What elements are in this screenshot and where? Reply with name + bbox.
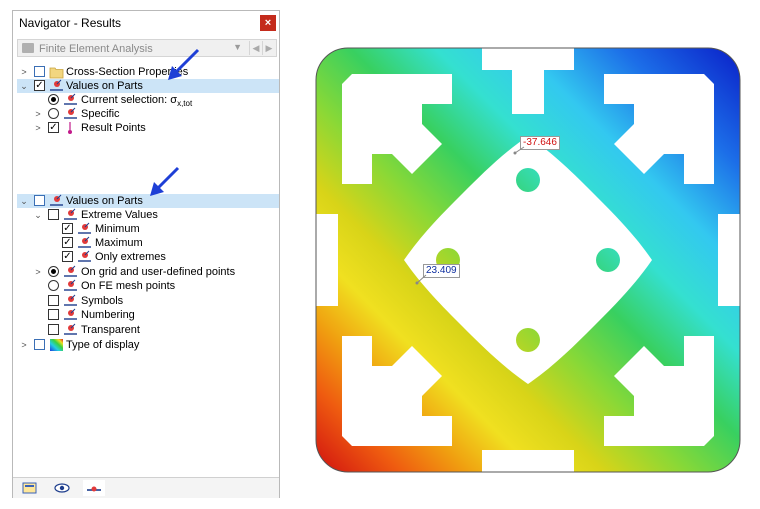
tree-item-label: Extreme Values (81, 209, 158, 221)
max-value-label: 23.409 (423, 264, 460, 278)
eye-icon[interactable] (51, 480, 73, 496)
tree-item-label: Numbering (81, 309, 135, 321)
color-scale-icon (50, 339, 63, 351)
tree-item-label: Minimum (95, 223, 140, 235)
tree-item-transparent[interactable]: Transparent (17, 323, 279, 337)
tree-item-label: Result Points (81, 122, 146, 134)
radio-selected[interactable] (48, 94, 59, 105)
chevron-down-icon[interactable]: ▼ (233, 42, 242, 52)
annotation-arrow-icon (150, 166, 180, 196)
tree-item-numbering[interactable]: Numbering (17, 308, 279, 322)
tree-item-minimum[interactable]: ✓ Minimum (17, 222, 279, 236)
chevron-right-icon[interactable]: > (19, 338, 29, 352)
tree-item-label: Only extremes (95, 251, 166, 263)
checkbox[interactable] (48, 295, 59, 306)
values-on-parts-icon (64, 265, 77, 277)
chevron-down-icon[interactable]: ⌄ (19, 79, 29, 93)
checkbox-checked[interactable]: ✓ (62, 237, 73, 248)
tree-item-specific[interactable]: > Specific (17, 107, 279, 121)
navigator-panel: Navigator - Results × Finite Element Ana… (12, 10, 280, 498)
values-on-parts-icon (64, 308, 77, 320)
title-bar: Navigator - Results × (13, 11, 279, 35)
tree-item-label: Values on Parts (66, 195, 143, 207)
checkbox[interactable] (34, 66, 45, 77)
tree-item-label: Maximum (95, 237, 143, 249)
chevron-right-icon[interactable]: > (19, 65, 29, 79)
folder-icon (49, 67, 64, 79)
checkbox-checked[interactable]: ✓ (62, 223, 73, 234)
checkbox-checked[interactable]: ✓ (48, 122, 59, 133)
checkbox-checked[interactable]: ✓ (62, 251, 73, 262)
values-on-parts-icon (78, 222, 91, 234)
max-leader-line (415, 274, 427, 285)
tree-item-values-on-parts-top[interactable]: ⌄ ✓ Values on Parts (17, 79, 279, 93)
analysis-type-icon (22, 43, 34, 53)
tree-item-label: Transparent (81, 324, 140, 336)
values-on-parts-icon (50, 194, 63, 206)
checkbox[interactable] (48, 309, 59, 320)
tree-item-label: Symbols (81, 295, 124, 307)
checkbox[interactable] (48, 209, 59, 220)
checkbox-checked[interactable]: ✓ (34, 80, 45, 91)
analysis-dropdown-value: Finite Element Analysis (39, 43, 153, 55)
tree-item-current-selection[interactable]: Current selection: σx,tot (17, 93, 279, 108)
close-button[interactable]: × (260, 15, 276, 31)
tree-item-label: Specific (81, 108, 120, 120)
tree-item-cross-section-properties[interactable]: > Cross-Section Properties (17, 65, 279, 79)
bottom-tab-bar (13, 477, 279, 498)
min-leader-line (513, 146, 525, 155)
tree-item-symbols[interactable]: Symbols (17, 294, 279, 308)
checkbox[interactable] (34, 339, 45, 350)
chevron-right-icon[interactable]: > (33, 107, 43, 121)
annotation-arrow-icon (168, 48, 200, 80)
values-on-parts-icon (64, 323, 77, 335)
tree-item-maximum[interactable]: ✓ Maximum (17, 236, 279, 250)
tree-item-label: On grid and user-defined points (81, 266, 236, 278)
chevron-right-icon[interactable]: > (33, 265, 43, 279)
checkbox[interactable] (48, 324, 59, 335)
cross-section-stress-plot (315, 47, 741, 473)
tree-item-label: Values on Parts (66, 80, 143, 92)
values-on-parts-icon (64, 208, 77, 220)
chevron-right-icon[interactable]: > (33, 121, 43, 135)
tree-item-grid-points[interactable]: > On grid and user-defined points (17, 265, 279, 279)
chevron-down-icon[interactable]: ⌄ (33, 208, 43, 222)
values-on-parts-icon (64, 107, 77, 119)
values-on-parts-icon (50, 79, 63, 91)
selection-label: Current selection: σ (81, 94, 178, 106)
previous-icon[interactable]: ◀ (249, 41, 262, 55)
chevron-down-icon[interactable]: ⌄ (19, 194, 29, 208)
tree-item-only-extremes[interactable]: ✓ Only extremes (17, 250, 279, 264)
display-icon[interactable] (19, 480, 41, 496)
result-point-icon (68, 122, 72, 134)
tree-item-type-of-display[interactable]: > Type of display (17, 338, 279, 352)
tree-item-label: On FE mesh points (81, 280, 176, 292)
values-on-parts-icon (64, 279, 77, 291)
checkbox[interactable] (34, 195, 45, 206)
values-on-parts-icon (64, 294, 77, 306)
radio[interactable] (48, 280, 59, 291)
values-on-parts-icon (78, 236, 91, 248)
tree-item-result-points[interactable]: > ✓ Result Points (17, 121, 279, 135)
next-icon[interactable]: ▶ (262, 41, 275, 55)
radio[interactable] (48, 108, 59, 119)
analysis-dropdown[interactable]: Finite Element Analysis ▼ ◀ ▶ (17, 39, 277, 57)
values-on-parts-icon (78, 250, 91, 262)
window-title: Navigator - Results (19, 16, 122, 30)
values-on-parts-icon[interactable] (83, 480, 105, 496)
radio-selected[interactable] (48, 266, 59, 277)
tree-item-extreme-values[interactable]: ⌄ Extreme Values (17, 208, 279, 222)
tree-item-label: Type of display (66, 339, 140, 351)
tree-item-fe-mesh-points[interactable]: On FE mesh points (17, 279, 279, 293)
values-on-parts-icon (64, 93, 77, 105)
